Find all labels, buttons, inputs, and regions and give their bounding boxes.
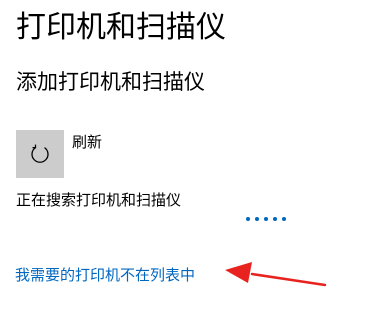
refresh-icon [31,144,49,163]
printer-not-listed-link[interactable]: 我需要的打印机不在列表中 [15,264,195,286]
page-title: 打印机和扫描仪 [16,10,226,45]
progress-dot [246,217,250,221]
progress-dot [264,217,268,221]
refresh-label: 刷新 [72,133,103,151]
refresh-button[interactable] [16,130,64,178]
progress-dots [246,217,286,221]
add-printers-section-title: 添加打印机和扫描仪 [16,70,205,94]
progress-dot [282,217,286,221]
progress-dot [255,217,259,221]
progress-dot [273,217,277,221]
searching-status-text: 正在搜索打印机和扫描仪 [16,191,182,209]
